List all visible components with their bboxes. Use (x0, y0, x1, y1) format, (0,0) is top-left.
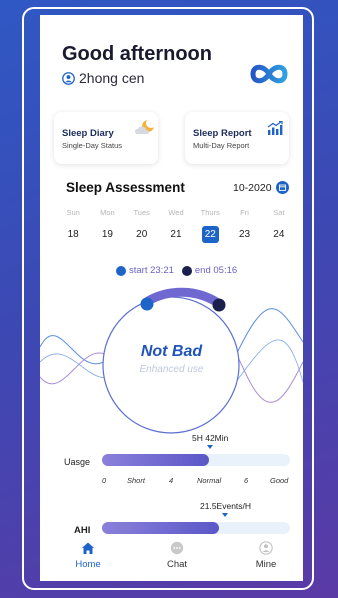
usage-label: Uasge (64, 457, 91, 467)
person-icon (259, 541, 273, 555)
tick-label: Good (270, 476, 289, 485)
tab-home[interactable]: Home (58, 541, 118, 570)
day-thurs[interactable]: Thurs 22 (193, 208, 227, 243)
ahi-label: AHI (74, 525, 91, 536)
usage-fill (102, 454, 209, 466)
app-logo-icon (250, 64, 288, 84)
tick-label: 4 (169, 476, 174, 485)
sleep-report-subtitle: Multi-Day Report (193, 141, 250, 150)
day-name: Wed (168, 208, 184, 217)
sleep-report-card[interactable]: Sleep Report Multi-Day Report (185, 112, 289, 164)
day-name: Thurs (200, 208, 220, 217)
user-row[interactable]: 2hong cen (62, 70, 144, 86)
day-mon[interactable]: Mon 19 (90, 208, 124, 243)
calendar-icon[interactable] (275, 181, 289, 194)
day-name: Fri (240, 208, 249, 217)
sleep-assessment-title: Sleep Assessment (66, 180, 185, 195)
start-marker (140, 297, 154, 311)
sleep-ring-graphic (40, 287, 303, 434)
tick-label: 0 (102, 476, 107, 485)
end-dot-icon (181, 265, 192, 276)
day-tues[interactable]: Tues 20 (125, 208, 159, 243)
day-sat[interactable]: Sat 24 (262, 208, 296, 243)
day-name: Sat (273, 208, 285, 217)
bottom-tab-bar: Home Chat Mine (40, 537, 303, 581)
tick-label: 6 (244, 476, 249, 485)
ahi-value: 21.5Events/H (200, 501, 252, 511)
day-wed[interactable]: Wed 21 (159, 208, 193, 243)
assessment-result: Not Bad (140, 343, 203, 360)
end-time-label: end 05:16 (194, 265, 238, 276)
moon-cloud-icon (135, 120, 154, 134)
usage-value: 5H 42Min (192, 433, 229, 443)
end-marker (212, 298, 226, 312)
tab-label: Home (75, 559, 101, 570)
sleep-diary-card[interactable]: Sleep Diary Single-Day Status (54, 112, 158, 164)
chat-icon (170, 541, 184, 555)
day-date: 20 (136, 229, 148, 240)
app-screen: Good afternoon 2hong cen Sleep Diary Sin… (40, 15, 303, 581)
greeting-title: Good afternoon (62, 43, 212, 65)
week-strip: Sun 18 Mon 19 Tues 20 Wed 21 Thurs 22 Fr… (56, 208, 296, 243)
day-date-selected: 22 (201, 226, 219, 243)
usage-pointer-icon (207, 445, 213, 449)
day-fri[interactable]: Fri 23 (227, 208, 261, 243)
sleep-diary-subtitle: Single-Day Status (62, 141, 123, 150)
sleep-time-legend: start 23:21 end 05:16 (116, 265, 237, 276)
day-date: 18 (67, 229, 79, 240)
tab-label: Chat (166, 559, 188, 570)
tick-label: Normal (197, 476, 222, 485)
day-name: Sun (66, 208, 80, 217)
month-selector[interactable]: 10-2020 (233, 181, 289, 194)
bar-chart-up-icon (267, 121, 283, 135)
sleep-report-title: Sleep Report (193, 128, 252, 139)
tab-label: Mine (255, 559, 277, 570)
day-date: 19 (101, 229, 113, 240)
tab-mine[interactable]: Mine (236, 541, 296, 570)
day-name: Mon (100, 208, 115, 217)
day-date: 24 (273, 229, 285, 240)
ahi-pointer-icon (222, 513, 228, 517)
user-icon (62, 71, 75, 85)
day-sun[interactable]: Sun 18 (56, 208, 90, 243)
user-name: 2hong cen (79, 70, 145, 86)
day-date: 21 (170, 229, 182, 240)
month-label: 10-2020 (233, 181, 272, 194)
day-name: Tues (133, 208, 150, 217)
ahi-fill (102, 522, 219, 534)
assessment-subtext: Enhanced use (139, 364, 204, 375)
home-icon (82, 542, 94, 554)
start-dot-icon (116, 265, 126, 276)
tab-chat[interactable]: Chat (147, 541, 207, 570)
sleep-diary-title: Sleep Diary (62, 128, 114, 139)
day-date: 23 (238, 229, 251, 240)
start-time-label: start 23:21 (129, 265, 174, 276)
tick-label: Short (127, 476, 145, 485)
